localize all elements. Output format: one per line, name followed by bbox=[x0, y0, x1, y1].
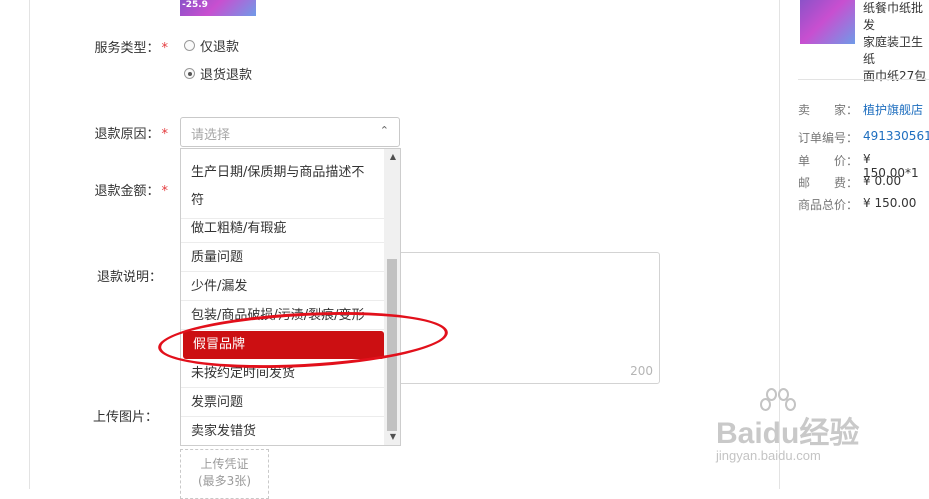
thumbnail-price: -25.9 bbox=[182, 0, 208, 10]
upload-button-limit: (最多3张) bbox=[198, 474, 251, 488]
refund-amount-label: 退款金额： * bbox=[94, 184, 168, 199]
seller-label: 卖 家： bbox=[798, 103, 859, 117]
refund-note-textarea[interactable]: 200 bbox=[383, 252, 660, 384]
scroll-thumb[interactable] bbox=[387, 259, 397, 431]
dropdown-option[interactable]: 质量问题 bbox=[181, 244, 384, 272]
select-placeholder: 请选择 bbox=[191, 128, 231, 143]
aside-product-thumbnail bbox=[800, 0, 855, 44]
service-type-label: 服务类型： * bbox=[94, 41, 168, 56]
refund-reason-label: 退款原因： * bbox=[94, 127, 168, 142]
scroll-down-icon[interactable]: ▼ bbox=[388, 432, 398, 441]
refund-reason-select[interactable]: 请选择 ⌃ bbox=[180, 117, 400, 147]
option-text-line: 符 bbox=[191, 193, 205, 208]
dropdown-option-selected[interactable]: 假冒品牌 bbox=[183, 331, 384, 359]
seller-link[interactable]: 植护旗舰店 bbox=[863, 101, 923, 118]
dropdown-scrollbar[interactable]: ▲ ▼ bbox=[384, 149, 400, 445]
radio-refund-only-label: 仅退款 bbox=[200, 40, 240, 55]
scroll-up-icon[interactable]: ▲ bbox=[388, 152, 398, 161]
radio-return-refund-label: 退货退款 bbox=[200, 68, 253, 83]
order-number-link[interactable]: 4913305610 bbox=[863, 129, 929, 143]
dropdown-option[interactable]: 少件/漏发 bbox=[181, 273, 384, 301]
option-text-line: 生产日期/保质期与商品描述不 bbox=[191, 165, 365, 180]
dropdown-option[interactable]: 发票问题 bbox=[181, 389, 384, 417]
upload-label: 上传图片： bbox=[92, 410, 158, 425]
product-title-line: 家庭装卫生纸 bbox=[863, 35, 924, 66]
dropdown-option[interactable]: 做工粗糙/有瑕疵 bbox=[181, 215, 384, 243]
order-number-label: 订单编号： bbox=[798, 131, 859, 145]
upload-button-text: 上传凭证 bbox=[200, 457, 249, 471]
dropdown-option[interactable]: 未按约定时间发货 bbox=[181, 360, 384, 388]
dropdown-option[interactable]: 卖家发错货 bbox=[181, 418, 384, 445]
refund-note-label: 退款说明： bbox=[96, 270, 162, 285]
postage-value: ¥ 0.00 bbox=[863, 174, 902, 188]
chevron-up-icon: ⌃ bbox=[379, 124, 389, 137]
refund-reason-dropdown: 生产日期/保质期与商品描述不 符 做工粗糙/有瑕疵 质量问题 少件/漏发 包装/… bbox=[180, 148, 401, 446]
dropdown-option[interactable]: 生产日期/保质期与商品描述不 符 bbox=[181, 155, 384, 219]
total-price-value: ¥ 150.00 bbox=[863, 196, 917, 210]
dropdown-option[interactable]: 包装/商品破损/污渍/裂痕/变形 bbox=[181, 302, 384, 330]
radio-icon bbox=[184, 40, 195, 51]
aside-product-title[interactable]: 纸餐巾纸批发 家庭装卫生纸 面巾纸27包 bbox=[863, 0, 929, 85]
char-counter: 200 bbox=[630, 364, 653, 378]
radio-refund-only[interactable]: 仅退款 bbox=[184, 36, 239, 55]
product-title-line: 纸餐巾纸批发 bbox=[863, 1, 924, 32]
aside-divider-line bbox=[798, 79, 929, 80]
watermark-brand: Baidu经验 bbox=[716, 417, 860, 450]
product-title-line: 面巾纸27包 bbox=[863, 69, 927, 83]
radio-return-refund[interactable]: 退货退款 bbox=[184, 64, 252, 83]
total-price-label: 商品总价： bbox=[798, 198, 859, 212]
watermark-url: jingyan.baidu.com bbox=[716, 448, 821, 463]
product-thumbnail: -25.9 bbox=[180, 0, 256, 16]
unit-price-label: 单 价： bbox=[798, 154, 859, 168]
postage-label: 邮 费： bbox=[798, 176, 859, 190]
upload-button[interactable]: 上传凭证 (最多3张) bbox=[180, 449, 269, 499]
radio-checked-icon bbox=[184, 68, 195, 79]
